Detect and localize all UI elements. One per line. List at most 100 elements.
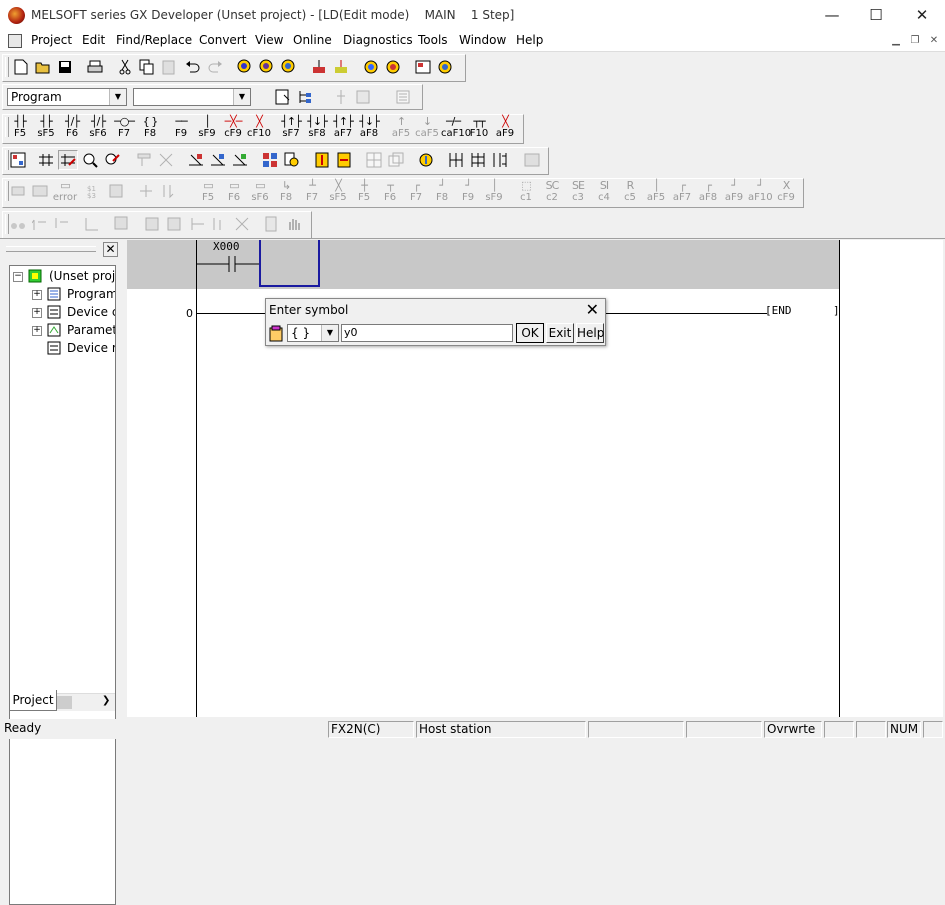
sfc-sort-icon[interactable] — [158, 181, 178, 201]
read-icon[interactable] — [331, 57, 351, 77]
menu-tools[interactable]: Tools — [418, 33, 448, 47]
sfc-f6b-button[interactable]: ┬ F6 — [378, 180, 402, 204]
sfc-f8b-button[interactable]: ┘ F8 — [430, 180, 454, 204]
new-icon[interactable] — [11, 57, 31, 77]
fkey-parallel-falling-button[interactable]: ┤↓├ aF8 — [357, 116, 381, 140]
fkey-parallel-nc-button[interactable]: ┤/├ sF6 — [86, 116, 110, 140]
fkey-delete-vline-button[interactable]: ╳ cF10 — [247, 116, 271, 140]
label-icon[interactable] — [353, 87, 373, 107]
fkey-delete-hline-button[interactable]: ─╳─ cF9 — [221, 116, 245, 140]
find-contact-icon[interactable] — [279, 57, 299, 77]
sfc-f5-button[interactable]: ▭ F5 — [196, 180, 220, 204]
tree-item-program[interactable]: + Program — [10, 286, 115, 304]
menu-online[interactable]: Online — [293, 33, 332, 47]
sfc-c3-button[interactable]: SE c3 — [566, 180, 590, 204]
contact-symbol[interactable] — [196, 252, 260, 276]
ladder-view-icon[interactable] — [36, 150, 56, 170]
fkey-mef-button[interactable]: ╳ aF9 — [493, 116, 517, 140]
fkey-instruction-button[interactable]: { } F8 — [138, 116, 162, 140]
sfc-icon[interactable] — [331, 87, 351, 107]
collapse-icon[interactable]: − — [13, 272, 23, 282]
device-combo[interactable]: ▼ — [133, 88, 251, 106]
sfc-f7b-button[interactable]: ┌ F7 — [404, 180, 428, 204]
trace-icon[interactable] — [416, 150, 436, 170]
columns-insert-icon[interactable] — [468, 150, 488, 170]
fkey-invert-button[interactable]: ─/─ caF10 — [441, 116, 471, 140]
zoom-icon[interactable] — [80, 150, 100, 170]
fkey-parallel-rising-button[interactable]: ┤↑├ aF7 — [331, 116, 355, 140]
cut-line-icon[interactable] — [232, 214, 252, 234]
cross-reference-icon[interactable] — [282, 150, 302, 170]
edit-cursor[interactable] — [259, 240, 320, 287]
sfc-f9-button[interactable]: ┘ F9 — [456, 180, 480, 204]
window-cascade-icon[interactable] — [386, 150, 406, 170]
document-icon[interactable] — [8, 34, 22, 48]
read-mode-icon[interactable] — [134, 150, 154, 170]
tree-item-device-comment[interactable]: + Device comment — [10, 304, 115, 322]
write-icon[interactable] — [309, 57, 329, 77]
comment-edit-icon[interactable] — [112, 214, 132, 234]
fkey-nc-contact-button[interactable]: ┤/├ F6 — [60, 116, 84, 140]
note-icon[interactable] — [188, 214, 208, 234]
window-tile-icon[interactable] — [364, 150, 384, 170]
close-button[interactable]: ✕ — [899, 0, 945, 31]
edit-mode-icon[interactable] — [58, 150, 78, 170]
fkey-falling-edge-button[interactable]: ↓ caF5 — [415, 116, 439, 140]
step-jump-icon[interactable] — [82, 214, 102, 234]
device-test-icon[interactable] — [312, 150, 332, 170]
binoculars-icon[interactable] — [8, 214, 28, 234]
find-up-icon[interactable] — [30, 214, 50, 234]
chevron-down-icon[interactable]: ▼ — [321, 325, 338, 341]
menu-edit[interactable]: Edit — [82, 33, 105, 47]
tree-item-device-memory[interactable]: Device memory — [10, 340, 115, 358]
paste-icon[interactable] — [159, 57, 179, 77]
program-combo[interactable]: Program ▼ — [7, 88, 127, 106]
print-icon[interactable] — [85, 57, 105, 77]
fkey-rising-edge-button[interactable]: ↑ aF5 — [389, 116, 413, 140]
sfc-c4-button[interactable]: SI c4 — [592, 180, 616, 204]
fkey-rising-pulse-button[interactable]: ┤↑├ sF7 — [279, 116, 303, 140]
fkey-vline-button[interactable]: │ sF9 — [195, 116, 219, 140]
sfc-c1-button[interactable]: ⬚ c1 — [514, 180, 538, 204]
monitor-write-icon[interactable] — [383, 57, 403, 77]
sfc-sf9-button[interactable]: │ sF9 — [482, 180, 506, 204]
alias-icon[interactable] — [210, 214, 230, 234]
fkey-falling-pulse-button[interactable]: ┤↓├ sF8 — [305, 116, 329, 140]
mdi-restore-button[interactable]: ❐ — [907, 33, 923, 48]
convert-online-icon[interactable] — [230, 150, 250, 170]
expand-icon[interactable]: + — [32, 290, 42, 300]
error-step-button[interactable]: ▭ error — [52, 180, 78, 204]
menu-window[interactable]: Window — [459, 33, 506, 47]
panel-grip[interactable] — [6, 246, 96, 252]
panel-close-icon[interactable]: ✕ — [103, 242, 118, 257]
sfc-jump-icon[interactable]: $1 $3 — [84, 181, 104, 201]
sfc-sf5-button[interactable]: ╳ sF5 — [326, 180, 350, 204]
expand-icon[interactable]: + — [32, 326, 42, 336]
find-device-icon[interactable] — [235, 57, 255, 77]
mdi-close-button[interactable]: ✕ — [926, 33, 942, 48]
menu-view[interactable]: View — [255, 33, 283, 47]
list-icon[interactable] — [393, 87, 413, 107]
monitor-icon[interactable] — [361, 57, 381, 77]
sfc-c2-button[interactable]: SC c2 — [540, 180, 564, 204]
print-preview-icon[interactable] — [262, 214, 282, 234]
fkey-coil-button[interactable]: ─○─ F7 — [112, 116, 136, 140]
sfc-end-icon[interactable] — [106, 181, 126, 201]
symbol-type-combo[interactable]: { } ▼ — [287, 324, 339, 342]
symbol-input[interactable]: y0 — [341, 324, 513, 342]
fkey-parallel-contact-button[interactable]: ┤├ sF5 — [34, 116, 58, 140]
program-list-icon[interactable] — [8, 150, 28, 170]
undo-icon[interactable] — [183, 57, 203, 77]
help-button[interactable]: Help — [576, 323, 604, 343]
copy-icon[interactable] — [137, 57, 157, 77]
exit-button[interactable]: Exit — [546, 323, 574, 343]
expand-icon[interactable]: + — [32, 308, 42, 318]
find-instruction-icon[interactable] — [257, 57, 277, 77]
grid-icon[interactable] — [142, 214, 162, 234]
mdi-minimize-button[interactable]: ▁ — [888, 33, 904, 48]
maximize-button[interactable]: ☐ — [853, 0, 899, 31]
write-mode-icon[interactable] — [102, 150, 122, 170]
comment-icon[interactable] — [273, 87, 293, 107]
sfc-branch-icon[interactable] — [136, 181, 156, 201]
tree-view-icon[interactable] — [295, 87, 315, 107]
